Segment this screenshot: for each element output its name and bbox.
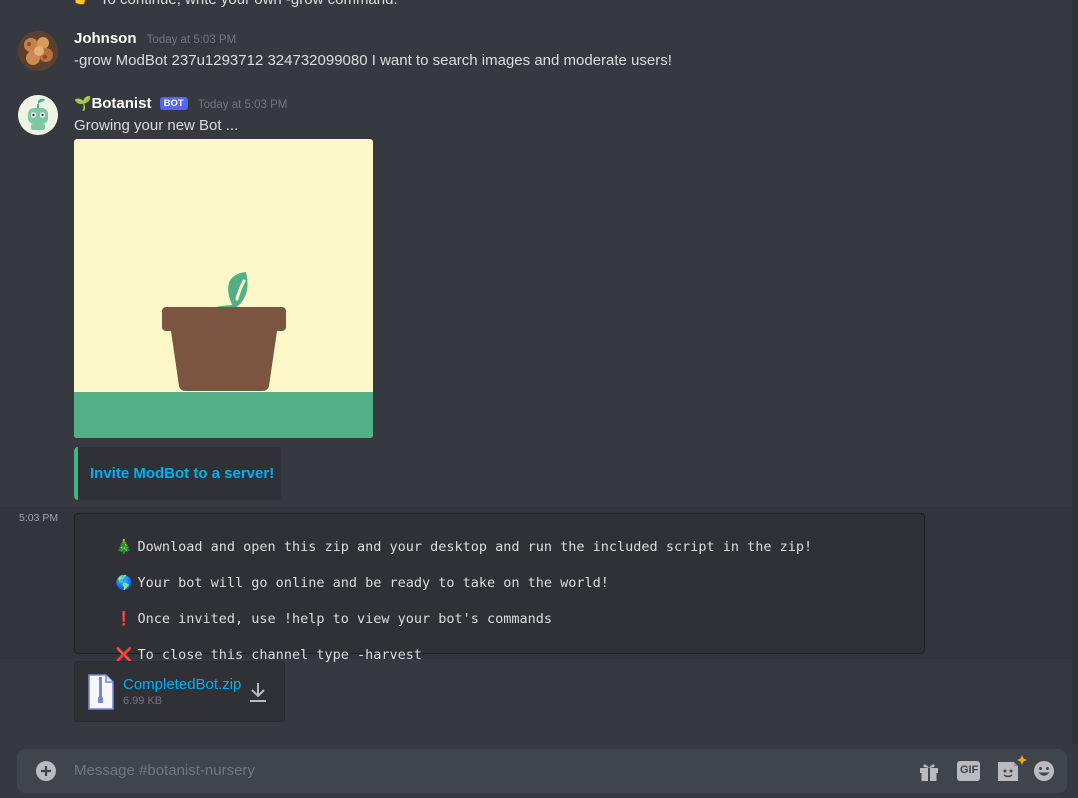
archive-file-icon [88,674,114,710]
attachment-filename[interactable]: CompletedBot.zip [123,676,241,693]
robot-avatar-icon [18,95,58,135]
download-icon[interactable] [248,681,268,703]
johnson-timestamp: Today at 5:03 PM [146,34,237,46]
johnson-username[interactable]: Johnson [74,30,137,47]
followup-timestamp: 5:03 PM [19,512,59,524]
code-line-text: Your bot will go online and be ready to … [137,575,609,591]
botanist-message-text: Growing your new Bot ... [74,117,239,134]
exclamation-icon: ❗ [115,611,133,627]
potted-sprout-illustration [74,139,373,438]
botanist-username[interactable]: Botanist [91,95,151,112]
previous-message-text: To continue, write your own -grow comman… [100,0,398,8]
globe-icon: 🌎 [115,575,133,591]
code-block: 🎄 Download and open this zip and your des… [74,513,925,663]
johnson-message-text: -grow ModBot 237u1293712 324732099080 I … [74,52,672,69]
emoji-picker-icon[interactable] [1033,760,1055,782]
message-composer: Message #botanist-nursery GIF [17,749,1067,793]
message-input[interactable]: Message #botanist-nursery [74,762,255,779]
previous-message-partial: 👉 To continue, write your own -grow comm… [0,0,1078,8]
food-avatar-icon [18,31,58,71]
scrollbar-track[interactable] [1072,0,1078,744]
gif-button[interactable]: GIF [957,761,980,781]
seedling-icon: 🌱 [74,95,92,111]
invite-link[interactable]: Invite ModBot to a server! [90,465,274,482]
code-line-text: Download and open this zip and your desk… [137,539,813,555]
gift-icon[interactable] [918,760,940,782]
attachment-size: 6.99 KB [123,695,163,707]
gif-label: GIF [960,764,979,776]
tree-icon: 🎄 [115,539,133,555]
plant-growing-image[interactable] [74,139,373,438]
sticker-icon[interactable] [995,755,1027,783]
invite-embed: Invite ModBot to a server! [74,447,281,500]
code-line-text: Once invited, use !help to view your bot… [137,611,553,627]
botanist-timestamp: Today at 5:03 PM [197,99,288,111]
file-attachment: CompletedBot.zip 6.99 KB [74,661,285,722]
johnson-avatar[interactable] [18,31,58,71]
hand-emoji-icon: 👉 [74,0,91,8]
add-attachment-icon[interactable] [36,761,56,781]
botanist-avatar[interactable] [18,95,58,135]
bot-badge: BOT [159,97,188,110]
